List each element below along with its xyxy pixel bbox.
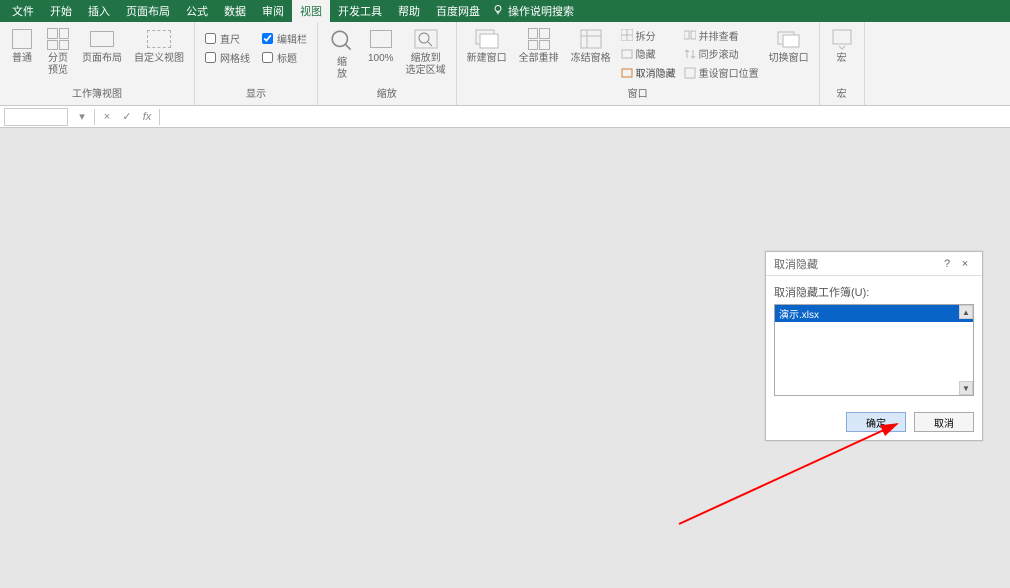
ribbon-group-macro: 宏 宏 [820, 22, 865, 105]
unhide-button[interactable]: 取消隐藏 [619, 65, 678, 80]
normal-view-button[interactable]: 普通 [6, 25, 38, 67]
menu-view[interactable]: 视图 [292, 0, 330, 22]
group-label-window: 窗口 [463, 83, 813, 102]
page-layout-button[interactable]: 页面布局 [78, 25, 126, 67]
group-label-show: 显示 [201, 83, 311, 102]
zoom-button[interactable]: 缩 放 [324, 25, 360, 83]
reset-pos-icon [684, 67, 696, 79]
cancel-formula-icon[interactable]: × [97, 111, 117, 123]
split-icon [621, 29, 633, 41]
lightbulb-icon [492, 4, 504, 19]
arrange-all-button[interactable]: 全部重排 [515, 25, 563, 67]
workbook-listbox[interactable]: 演示.xlsx ▲ ▼ [774, 304, 974, 396]
hide-button[interactable]: 隐藏 [619, 46, 678, 61]
ribbon-group-show: 直尺 网格线 编辑栏 标题 显示 [195, 22, 318, 105]
group-label-view: 工作簿视图 [6, 83, 188, 102]
scroll-down-icon[interactable]: ▼ [959, 381, 973, 395]
ribbon-group-view: 普通 分页 预览 页面布局 自定义视图 工作簿视图 [0, 22, 195, 105]
headings-checkbox[interactable]: 标题 [262, 50, 307, 65]
enter-formula-icon[interactable]: ✓ [117, 110, 137, 123]
side-by-side-icon [684, 29, 696, 41]
new-window-button[interactable]: 新建窗口 [463, 25, 511, 67]
menu-dev[interactable]: 开发工具 [330, 0, 390, 22]
freeze-panes-button[interactable]: 冻结窗格 [567, 25, 615, 67]
ribbon-group-zoom: 缩 放 100% 缩放到 选定区域 缩放 [318, 22, 457, 105]
list-item[interactable]: 演示.xlsx [775, 305, 973, 322]
zoom-selection-icon [414, 27, 438, 51]
zoom-selection-button[interactable]: 缩放到 选定区域 [402, 25, 450, 79]
dialog-title-bar[interactable]: 取消隐藏 ? × [766, 252, 982, 276]
menu-help[interactable]: 帮助 [390, 0, 428, 22]
cancel-button[interactable]: 取消 [914, 412, 974, 432]
macro-icon [830, 27, 854, 51]
ruler-checkbox[interactable]: 直尺 [205, 31, 250, 46]
ok-button[interactable]: 确定 [846, 412, 906, 432]
menu-insert[interactable]: 插入 [80, 0, 118, 22]
group-label-macro: 宏 [826, 83, 858, 102]
menu-baidu[interactable]: 百度网盘 [428, 0, 488, 22]
menu-bar: 文件 开始 插入 页面布局 公式 数据 审阅 视图 开发工具 帮助 百度网盘 操… [0, 0, 1010, 22]
zoom-100-button[interactable]: 100% [364, 25, 398, 67]
tell-me-input[interactable]: 操作说明搜索 [508, 3, 574, 19]
menu-review[interactable]: 审阅 [254, 0, 292, 22]
dialog-close-icon[interactable]: × [956, 258, 974, 270]
page-break-preview-button[interactable]: 分页 预览 [42, 25, 74, 79]
menu-layout[interactable]: 页面布局 [118, 0, 178, 22]
magnifier-icon [328, 27, 356, 55]
formula-bar: ▾ × ✓ fx [0, 106, 1010, 128]
gridlines-checkbox[interactable]: 网格线 [205, 50, 250, 65]
ribbon-group-window: 新建窗口 全部重排 冻结窗格 拆分 隐藏 取消隐藏 并排查看 同步滚动 重设窗口… [457, 22, 820, 105]
view-side-button[interactable]: 并排查看 [682, 28, 761, 43]
menu-home[interactable]: 开始 [42, 0, 80, 22]
menu-data[interactable]: 数据 [216, 0, 254, 22]
custom-view-button[interactable]: 自定义视图 [130, 25, 188, 67]
reset-pos-button[interactable]: 重设窗口位置 [682, 65, 761, 80]
macro-button[interactable]: 宏 [826, 25, 858, 67]
fx-icon[interactable]: fx [137, 111, 157, 123]
unhide-icon [621, 67, 633, 79]
sync-scroll-button[interactable]: 同步滚动 [682, 46, 761, 61]
menu-formula[interactable]: 公式 [178, 0, 216, 22]
hide-icon [621, 48, 633, 60]
dialog-title: 取消隐藏 [774, 256, 818, 272]
menu-file[interactable]: 文件 [4, 0, 42, 22]
unhide-label: 取消隐藏工作簿(U): [774, 284, 974, 300]
group-label-zoom: 缩放 [324, 83, 450, 102]
ribbon: 普通 分页 预览 页面布局 自定义视图 工作簿视图 直尺 网格线 [0, 22, 1010, 106]
name-box[interactable] [4, 108, 68, 126]
dialog-help-icon[interactable]: ? [938, 258, 956, 270]
unhide-dialog: 取消隐藏 ? × 取消隐藏工作簿(U): 演示.xlsx ▲ ▼ 确定 取消 [765, 251, 983, 441]
formula-bar-checkbox[interactable]: 编辑栏 [262, 31, 307, 46]
switch-window-button[interactable]: 切换窗口 [765, 25, 813, 67]
scroll-up-icon[interactable]: ▲ [959, 305, 973, 319]
name-box-dropdown[interactable]: ▾ [72, 110, 92, 123]
split-button[interactable]: 拆分 [619, 28, 678, 43]
sync-scroll-icon [684, 48, 696, 60]
